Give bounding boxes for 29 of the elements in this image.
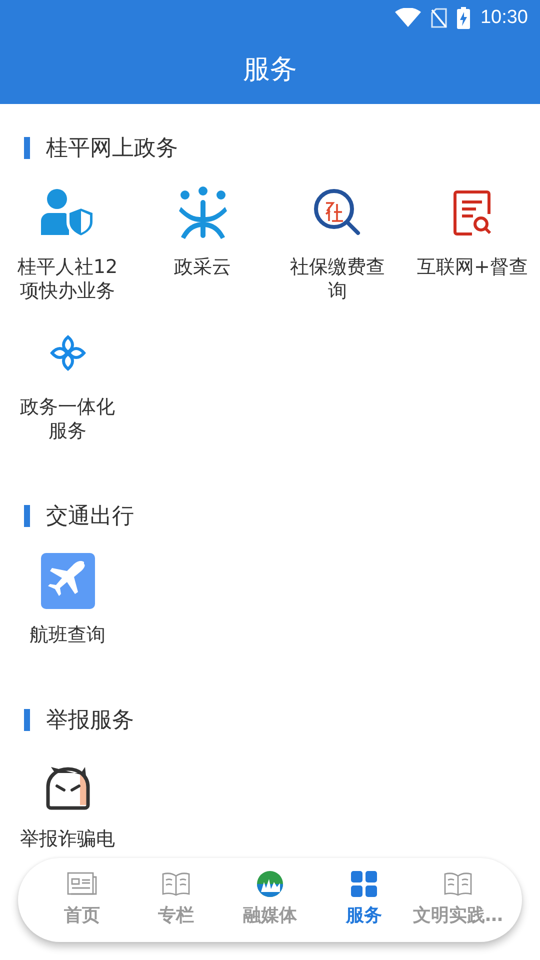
wifi-icon [395, 8, 422, 28]
section-title: 交通出行 [46, 503, 134, 531]
service-label[interactable]: 航班查询 [12, 623, 124, 647]
figure-logo-icon [178, 186, 226, 240]
magnifier-icon [312, 188, 362, 238]
airplane-icon [40, 553, 94, 609]
round-logo-icon [256, 870, 284, 898]
service-label[interactable]: 互联网+督查 [416, 255, 528, 279]
newspaper-icon [67, 872, 97, 896]
section-marker [24, 505, 30, 527]
open-book-icon [444, 872, 472, 896]
service-label[interactable]: 桂平人社12项快办业务 [12, 255, 124, 303]
service-label[interactable]: 政务一体化服务 [12, 395, 124, 443]
page-title: 服务 [243, 53, 297, 87]
service-label[interactable]: 社保缴费查询 [282, 255, 394, 303]
service-label[interactable]: 政采云 [146, 255, 258, 279]
section-marker [24, 137, 30, 159]
battery-icon [457, 7, 470, 29]
status-time: 10:30 [480, 7, 528, 29]
flower-icon [48, 334, 86, 372]
section-title: 举报服务 [46, 707, 134, 735]
nav-tab[interactable]: 服务 [346, 903, 382, 927]
section-title: 桂平网上政务 [46, 135, 178, 163]
no-sim-icon [431, 8, 448, 28]
open-book-icon [162, 872, 190, 896]
service-label[interactable]: 举报诈骗电 [12, 827, 124, 851]
section-marker [24, 709, 30, 731]
document-search-icon [452, 190, 492, 236]
grid-icon [351, 871, 377, 897]
